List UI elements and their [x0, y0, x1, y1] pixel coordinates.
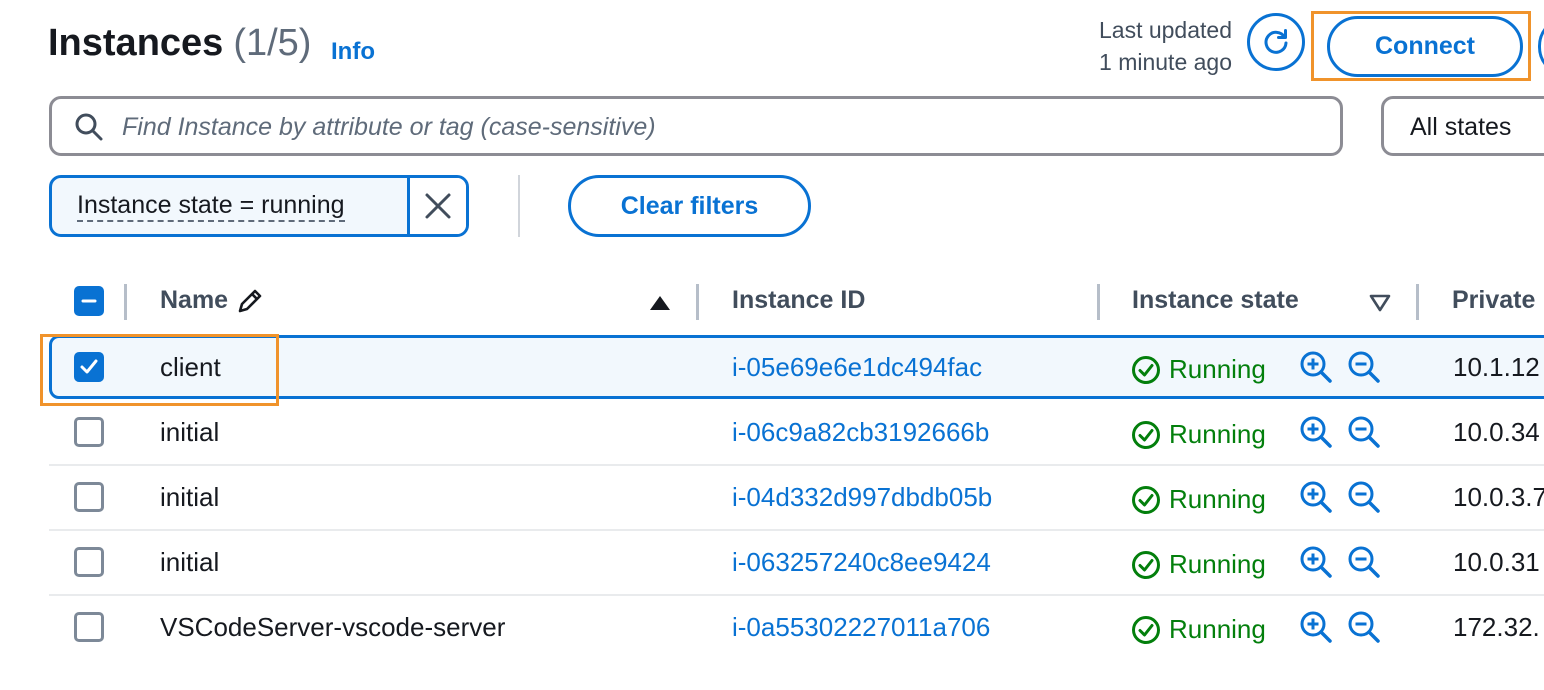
instance-id-link[interactable]: i-04d332d997dbdb05b — [732, 482, 992, 513]
instance-state-label: Running — [1169, 484, 1266, 514]
instance-state-label: Running — [1169, 419, 1266, 449]
row-divider — [49, 464, 1544, 466]
info-link[interactable]: Info — [331, 38, 375, 66]
instance-name: initial — [160, 482, 220, 512]
check-circle-icon — [1132, 485, 1160, 514]
instance-name: VSCodeServer-vscode-server — [160, 612, 506, 642]
private-ip: 10.0.31 — [1453, 547, 1540, 577]
instance-state-button[interactable] — [1538, 16, 1544, 77]
instance-name: initial — [160, 547, 220, 577]
row-checkbox[interactable] — [74, 547, 104, 577]
instances-page: Instances (1/5) Info Last updated 1 minut… — [0, 0, 1544, 690]
private-ip: 10.0.3.7 — [1453, 482, 1544, 512]
zoom-out-icon[interactable] — [1347, 415, 1381, 449]
column-header-name[interactable]: Name — [160, 286, 264, 315]
instance-state: Running — [1131, 419, 1266, 450]
column-separator — [124, 284, 127, 320]
client-highlight-box — [40, 334, 279, 406]
filter-token: Instance state = running — [49, 175, 469, 237]
zoom-in-icon[interactable] — [1299, 545, 1333, 579]
row-divider — [49, 594, 1544, 596]
private-ip: 10.1.12 — [1453, 352, 1540, 382]
search-icon — [75, 113, 103, 141]
select-all-checkbox[interactable] — [74, 286, 104, 316]
check-circle-icon — [1132, 550, 1160, 579]
instance-name: initial — [160, 417, 220, 447]
toolbar-divider — [518, 175, 520, 237]
page-title: Instances (1/5) — [48, 22, 311, 65]
instance-state: Running — [1131, 549, 1266, 580]
instance-id-link[interactable]: i-0a55302227011a706 — [732, 612, 990, 643]
row-checkbox[interactable] — [74, 417, 104, 447]
zoom-out-icon[interactable] — [1347, 350, 1381, 384]
instance-state: Running — [1131, 354, 1266, 385]
zoom-out-icon[interactable] — [1347, 610, 1381, 644]
close-icon — [425, 193, 451, 219]
last-updated-value: 1 minute ago — [1099, 49, 1232, 75]
instance-state-label: Running — [1169, 614, 1266, 644]
row-checkbox[interactable] — [74, 612, 104, 642]
filter-triangle-icon[interactable] — [1369, 294, 1391, 312]
zoom-out-icon[interactable] — [1347, 480, 1381, 514]
instance-id-link[interactable]: i-06c9a82cb3192666b — [732, 417, 989, 448]
zoom-in-icon[interactable] — [1299, 415, 1333, 449]
column-separator — [1416, 284, 1419, 320]
column-separator — [696, 284, 699, 320]
column-header-private-ip[interactable]: Private — [1452, 286, 1535, 315]
private-ip: 172.32. — [1453, 612, 1540, 642]
page-title-text: Instances — [48, 22, 224, 64]
private-ip: 10.0.34 — [1453, 417, 1540, 447]
check-circle-icon — [1132, 355, 1160, 384]
clear-filters-button[interactable]: Clear filters — [568, 175, 811, 237]
refresh-button[interactable] — [1247, 13, 1305, 71]
last-updated: Last updated 1 minute ago — [1060, 14, 1232, 78]
instance-id-link[interactable]: i-05e69e6e1dc494fac — [732, 352, 982, 383]
refresh-icon — [1264, 29, 1288, 54]
zoom-in-icon[interactable] — [1299, 350, 1333, 384]
connect-button[interactable]: Connect — [1327, 16, 1523, 77]
pencil-icon — [238, 289, 262, 312]
last-updated-label: Last updated — [1098, 17, 1232, 43]
check-circle-icon — [1132, 420, 1160, 449]
indeterminate-icon — [81, 299, 97, 303]
zoom-in-icon[interactable] — [1299, 610, 1333, 644]
filter-token-label-wrap[interactable]: Instance state = running — [52, 178, 410, 234]
column-separator — [1097, 284, 1100, 320]
filter-token-remove-button[interactable] — [410, 178, 466, 234]
selection-count: (1/5) — [233, 22, 312, 64]
row-checkbox[interactable] — [74, 482, 104, 512]
column-header-instance-id[interactable]: Instance ID — [732, 286, 865, 315]
instance-state: Running — [1131, 614, 1266, 645]
check-circle-icon — [1132, 615, 1160, 644]
row-divider — [49, 529, 1544, 531]
column-header-instance-state[interactable]: Instance state — [1132, 286, 1299, 315]
search-input[interactable] — [122, 106, 1322, 148]
zoom-out-icon[interactable] — [1347, 545, 1381, 579]
filter-token-label: Instance state = running — [77, 190, 345, 222]
instance-state: Running — [1131, 484, 1266, 515]
states-select[interactable]: All states — [1381, 96, 1544, 156]
instance-state-label: Running — [1169, 354, 1266, 384]
instance-state-label: Running — [1169, 549, 1266, 579]
zoom-in-icon[interactable] — [1299, 480, 1333, 514]
sort-ascending-icon[interactable] — [649, 294, 671, 312]
instance-id-link[interactable]: i-063257240c8ee9424 — [732, 547, 991, 578]
column-header-name-label: Name — [160, 286, 229, 314]
